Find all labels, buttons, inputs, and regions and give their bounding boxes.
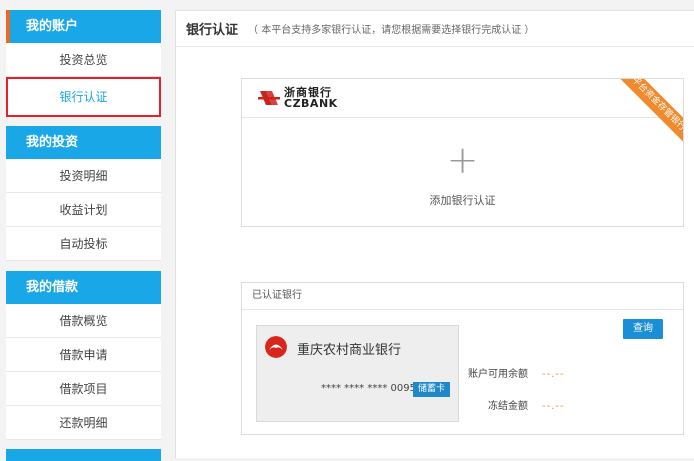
plus-icon[interactable]: + [242, 141, 683, 179]
verified-banks-header: 已认证银行 [242, 283, 683, 310]
sidebar-item-investment-details[interactable]: 投资明细 [6, 159, 161, 193]
main-panel: 银行认证 （ 本平台支持多家银行认证，请您根据需要选择银行完成认证 ） 浙商银行… [175, 10, 694, 458]
czbank-logo-text: 浙商银行 CZBANK [284, 87, 338, 109]
card-type-badge: 储蓄卡 [412, 382, 450, 397]
section-title-next[interactable] [6, 449, 161, 461]
sidebar-item-repayment-details[interactable]: 还款明细 [6, 406, 161, 440]
frozen-amount-row: 冻结金额 --.-- [468, 397, 565, 412]
query-button[interactable]: 查询 [623, 319, 663, 339]
sidebar-item-loan-application[interactable]: 借款申请 [6, 338, 161, 372]
sidebar: 我的账户 投资总览 银行认证 我的投资 投资明细 收益计划 自动投标 我的借款 … [6, 10, 161, 461]
sidebar-item-loan-projects[interactable]: 借款项目 [6, 372, 161, 406]
section-title-my-investment[interactable]: 我的投资 [6, 126, 161, 159]
czbank-name-en: CZBANK [284, 97, 338, 110]
verified-bank-card: 重庆农村商业银行 **** **** **** 0095 储蓄卡 [256, 325, 459, 422]
available-balance-row: 账户可用余额 --.-- [468, 365, 565, 380]
available-balance-label: 账户可用余额 [468, 369, 528, 380]
page-title: 银行认证 [186, 23, 239, 38]
frozen-amount-label: 冻结金额 [488, 401, 528, 412]
verified-bank-name: 重庆农村商业银行 [297, 343, 402, 358]
czbank-logo: 浙商银行 CZBANK [258, 87, 338, 109]
add-card-header: 浙商银行 CZBANK 平台资金存管银行 [242, 79, 683, 150]
section-title-my-account[interactable]: 我的账户 [6, 10, 161, 43]
sidebar-item-auto-bid[interactable]: 自动投标 [6, 227, 161, 261]
depository-bank-ribbon: 平台资金存管银行 [613, 79, 683, 150]
section-my-account: 我的账户 投资总览 银行认证 [6, 10, 161, 117]
sidebar-item-income-plan[interactable]: 收益计划 [6, 193, 161, 227]
main-header: 银行认证 （ 本平台支持多家银行认证，请您根据需要选择银行完成认证 ） [176, 11, 694, 47]
add-bank-label[interactable]: 添加银行认证 [242, 192, 683, 208]
verified-banks-panel: 已认证银行 重庆农村商业银行 **** **** **** 0095 储蓄卡 查… [241, 282, 684, 435]
sidebar-item-loan-overview[interactable]: 借款概览 [6, 304, 161, 338]
section-title-my-loans[interactable]: 我的借款 [6, 271, 161, 304]
frozen-amount-value: --.-- [542, 401, 565, 412]
card-number: **** **** **** 0095 [321, 383, 416, 394]
section-my-loans: 我的借款 借款概览 借款申请 借款项目 还款明细 [6, 271, 161, 440]
cq-bank-logo-icon [265, 336, 287, 358]
sidebar-item-investment-overview[interactable]: 投资总览 [6, 43, 161, 77]
page-subtitle: （ 本平台支持多家银行认证，请您根据需要选择银行完成认证 ） [248, 25, 535, 36]
section-my-investment: 我的投资 投资明细 收益计划 自动投标 [6, 126, 161, 261]
add-bank-card[interactable]: 浙商银行 CZBANK 平台资金存管银行 + 添加银行认证 [241, 78, 684, 227]
sidebar-item-bank-verification[interactable]: 银行认证 [6, 77, 161, 117]
available-balance-value: --.-- [542, 369, 565, 380]
czbank-logo-icon [258, 91, 280, 105]
